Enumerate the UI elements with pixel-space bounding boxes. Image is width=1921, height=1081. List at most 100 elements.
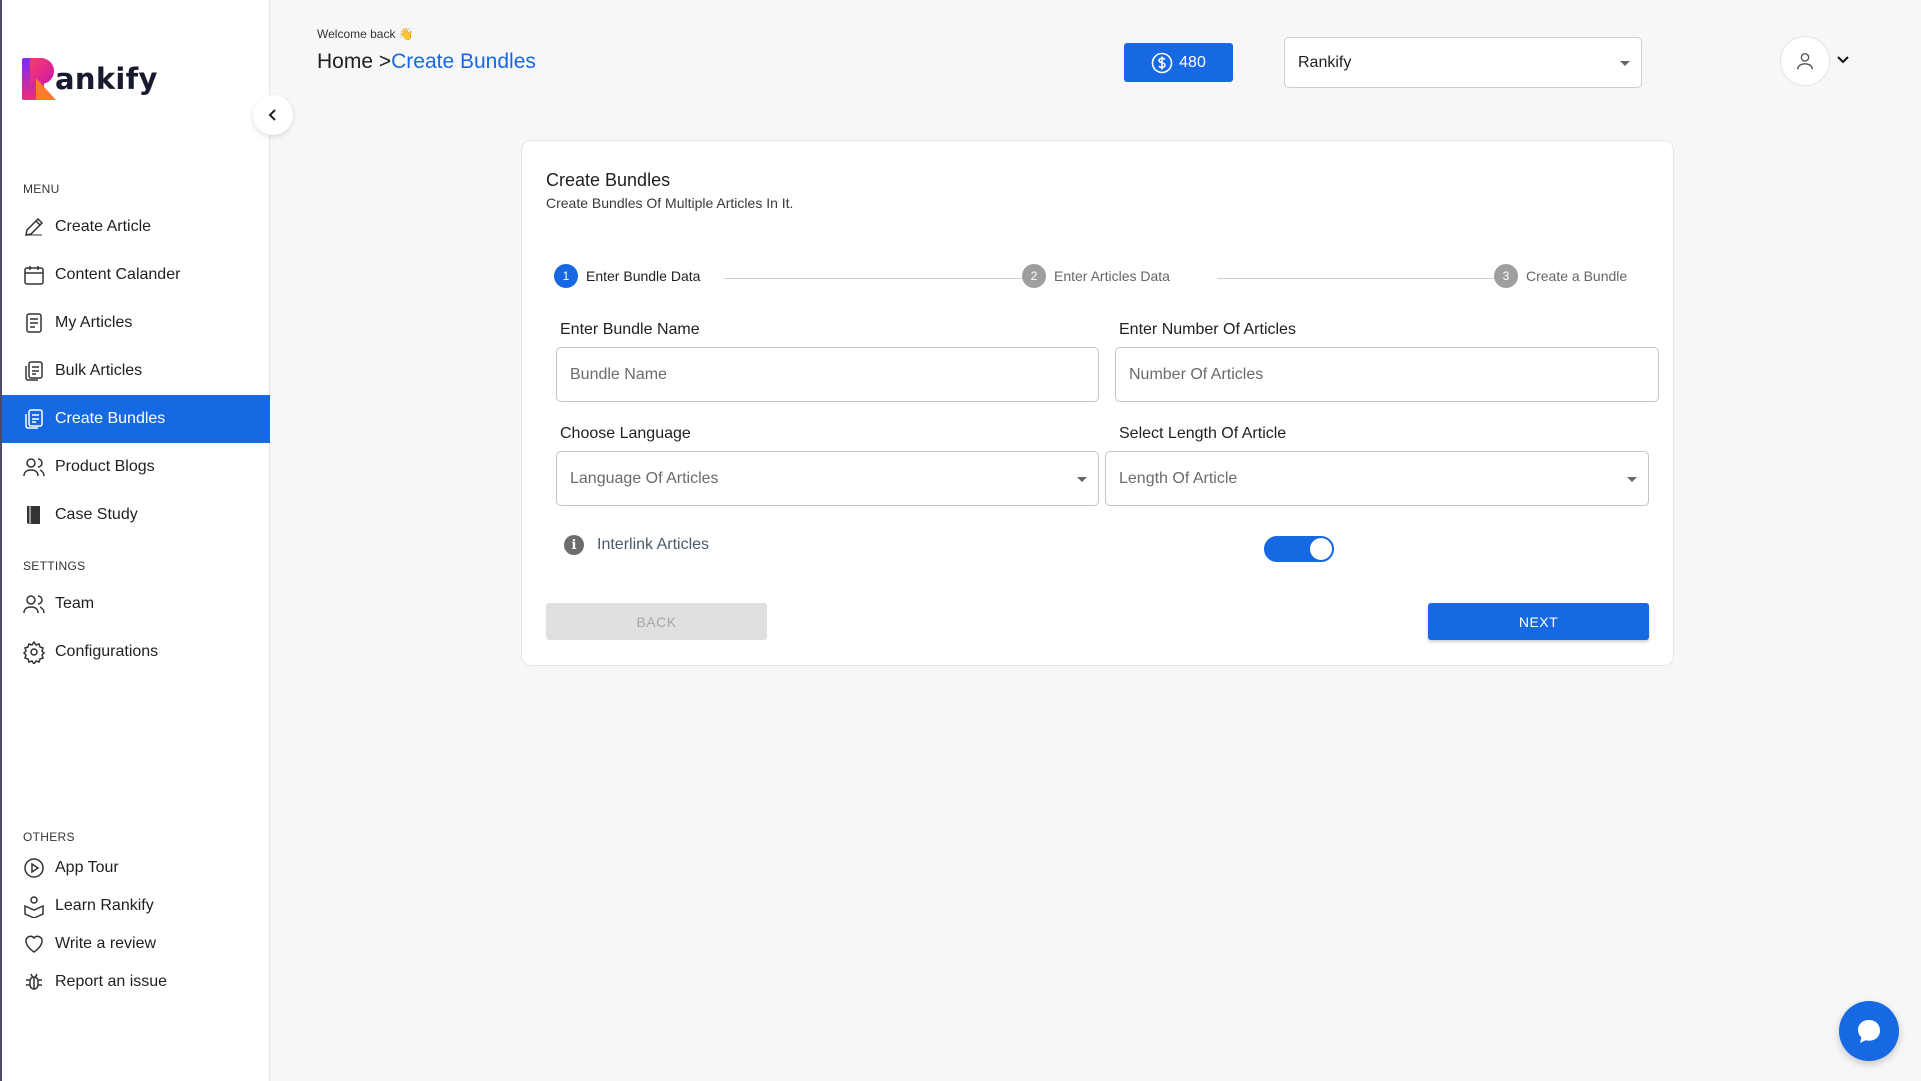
sidebar-item-label: Configurations (55, 643, 159, 660)
step-number: 2 (1022, 264, 1046, 288)
sidebar-item-label: Team (55, 595, 95, 612)
settings-section-label: SETTINGS (23, 559, 86, 573)
calendar-icon (24, 266, 44, 285)
sidebar-item-label: Write a review (55, 935, 157, 952)
chevron-left-icon (268, 109, 276, 121)
bundle-name-input[interactable]: Bundle Name (556, 347, 1099, 402)
step-number: 1 (554, 264, 578, 288)
length-placeholder: Length Of Article (1119, 469, 1238, 487)
others-section-label: OTHERS (23, 830, 75, 844)
language-placeholder: Language Of Articles (570, 469, 719, 487)
back-button[interactable]: BACK (546, 603, 767, 640)
bundle-name-label: Enter Bundle Name (560, 321, 700, 338)
bundle-icon (25, 409, 43, 429)
sidebar-item-my-articles[interactable]: My Articles (2, 299, 270, 347)
documents-icon (25, 361, 43, 381)
create-bundles-card: Create Bundles Create Bundles Of Multipl… (521, 140, 1674, 666)
learn-icon (24, 896, 44, 918)
others-nav: App Tour Learn Rankify Write a review Re… (2, 849, 270, 1001)
sidebar-item-create-bundles[interactable]: Create Bundles (2, 395, 270, 443)
sidebar-collapse-button[interactable] (253, 95, 293, 135)
sidebar-item-label: Bulk Articles (55, 362, 143, 379)
step-2: 2 Enter Articles Data (1022, 264, 1170, 288)
project-select-value: Rankify (1298, 53, 1352, 71)
sidebar-item-case-study[interactable]: Case Study (2, 491, 270, 539)
card-title: Create Bundles (546, 170, 671, 190)
menu-nav: Create Article Content Calander My Artic… (2, 203, 270, 539)
interlink-toggle[interactable] (1264, 536, 1334, 562)
step-3: 3 Create a Bundle (1494, 264, 1628, 288)
caret-down-icon (1627, 477, 1637, 482)
info-icon[interactable]: i (564, 535, 584, 555)
bug-icon (26, 973, 42, 990)
toggle-knob (1310, 538, 1332, 560)
sidebar-item-write-review[interactable]: Write a review (2, 925, 270, 963)
breadcrumb: Home >Create Bundles (317, 50, 536, 74)
language-label: Choose Language (560, 425, 691, 442)
sidebar-item-create-article[interactable]: Create Article (2, 203, 270, 251)
sidebar-item-label: My Articles (55, 314, 133, 331)
sidebar-item-bulk-articles[interactable]: Bulk Articles (2, 347, 270, 395)
users-icon (23, 458, 45, 477)
sidebar-item-label: Learn Rankify (55, 897, 154, 914)
user-avatar[interactable] (1780, 36, 1830, 86)
step-number: 3 (1494, 264, 1518, 288)
step-connector (724, 278, 1022, 279)
rankify-logo[interactable]: ankify (22, 58, 158, 100)
interlink-row: i Interlink Articles (564, 535, 709, 555)
language-select[interactable]: Language Of Articles (556, 451, 1099, 506)
play-circle-icon (24, 858, 44, 878)
chat-bubble-icon (1858, 1020, 1880, 1043)
next-button[interactable]: NEXT (1428, 603, 1649, 640)
menu-section-label: MENU (23, 182, 60, 196)
sidebar-item-label: Case Study (55, 506, 138, 523)
sidebar-item-team[interactable]: Team (2, 580, 270, 628)
step-connector (1217, 278, 1520, 279)
logo-text: ankify (55, 62, 158, 96)
sidebar-item-label: App Tour (55, 859, 119, 876)
document-icon (26, 313, 42, 333)
pencil-icon (25, 217, 44, 236)
num-articles-label: Enter Number Of Articles (1119, 321, 1296, 338)
num-articles-input[interactable]: Number Of Articles (1115, 347, 1659, 402)
user-icon (1796, 52, 1814, 70)
chevron-down-icon[interactable] (1836, 53, 1850, 67)
sidebar-item-label: Report an issue (55, 973, 168, 990)
breadcrumb-current[interactable]: Create Bundles (391, 50, 536, 73)
length-select[interactable]: Length Of Article (1105, 451, 1649, 506)
step-label: Enter Bundle Data (586, 268, 701, 284)
dollar-coin-icon (1151, 52, 1173, 73)
chat-launcher-button[interactable] (1839, 1001, 1899, 1061)
step-label: Create a Bundle (1526, 268, 1628, 284)
sidebar-item-label: Product Blogs (55, 458, 155, 475)
sidebar-item-product-blogs[interactable]: Product Blogs (2, 443, 270, 491)
sidebar-item-content-calander[interactable]: Content Calander (2, 251, 270, 299)
sidebar-item-app-tour[interactable]: App Tour (2, 849, 270, 887)
num-articles-placeholder: Number Of Articles (1129, 365, 1264, 383)
sidebar-item-learn-rankify[interactable]: Learn Rankify (2, 887, 270, 925)
breadcrumb-home[interactable]: Home > (317, 50, 391, 73)
length-label: Select Length Of Article (1119, 425, 1287, 442)
project-select[interactable]: Rankify (1284, 37, 1642, 88)
sidebar-item-label: Create Bundles (55, 410, 166, 427)
credits-badge[interactable]: 480 (1124, 43, 1233, 82)
stepper: 1 Enter Bundle Data 2 Enter Articles Dat… (554, 264, 1644, 292)
caret-down-icon (1077, 477, 1087, 482)
book-icon (27, 506, 40, 524)
bundle-name-placeholder: Bundle Name (570, 365, 667, 383)
step-label: Enter Articles Data (1054, 268, 1170, 284)
step-1: 1 Enter Bundle Data (554, 264, 701, 288)
sidebar-item-label: Create Article (55, 218, 152, 235)
sidebar: ankify MENU Create Article Content Calan… (0, 0, 270, 1081)
gear-icon (22, 640, 46, 664)
sidebar-item-label: Content Calander (55, 266, 181, 283)
sidebar-item-configurations[interactable]: Configurations (2, 628, 270, 676)
logo-mark-icon (22, 58, 58, 100)
users-icon (23, 595, 45, 614)
settings-nav: Team Configurations (2, 580, 270, 676)
sidebar-item-report-issue[interactable]: Report an issue (2, 963, 270, 1001)
credits-value: 480 (1179, 53, 1206, 71)
card-subtitle: Create Bundles Of Multiple Articles In I… (546, 195, 794, 211)
caret-down-icon (1620, 61, 1630, 66)
welcome-text: Welcome back 👋 (317, 27, 414, 41)
